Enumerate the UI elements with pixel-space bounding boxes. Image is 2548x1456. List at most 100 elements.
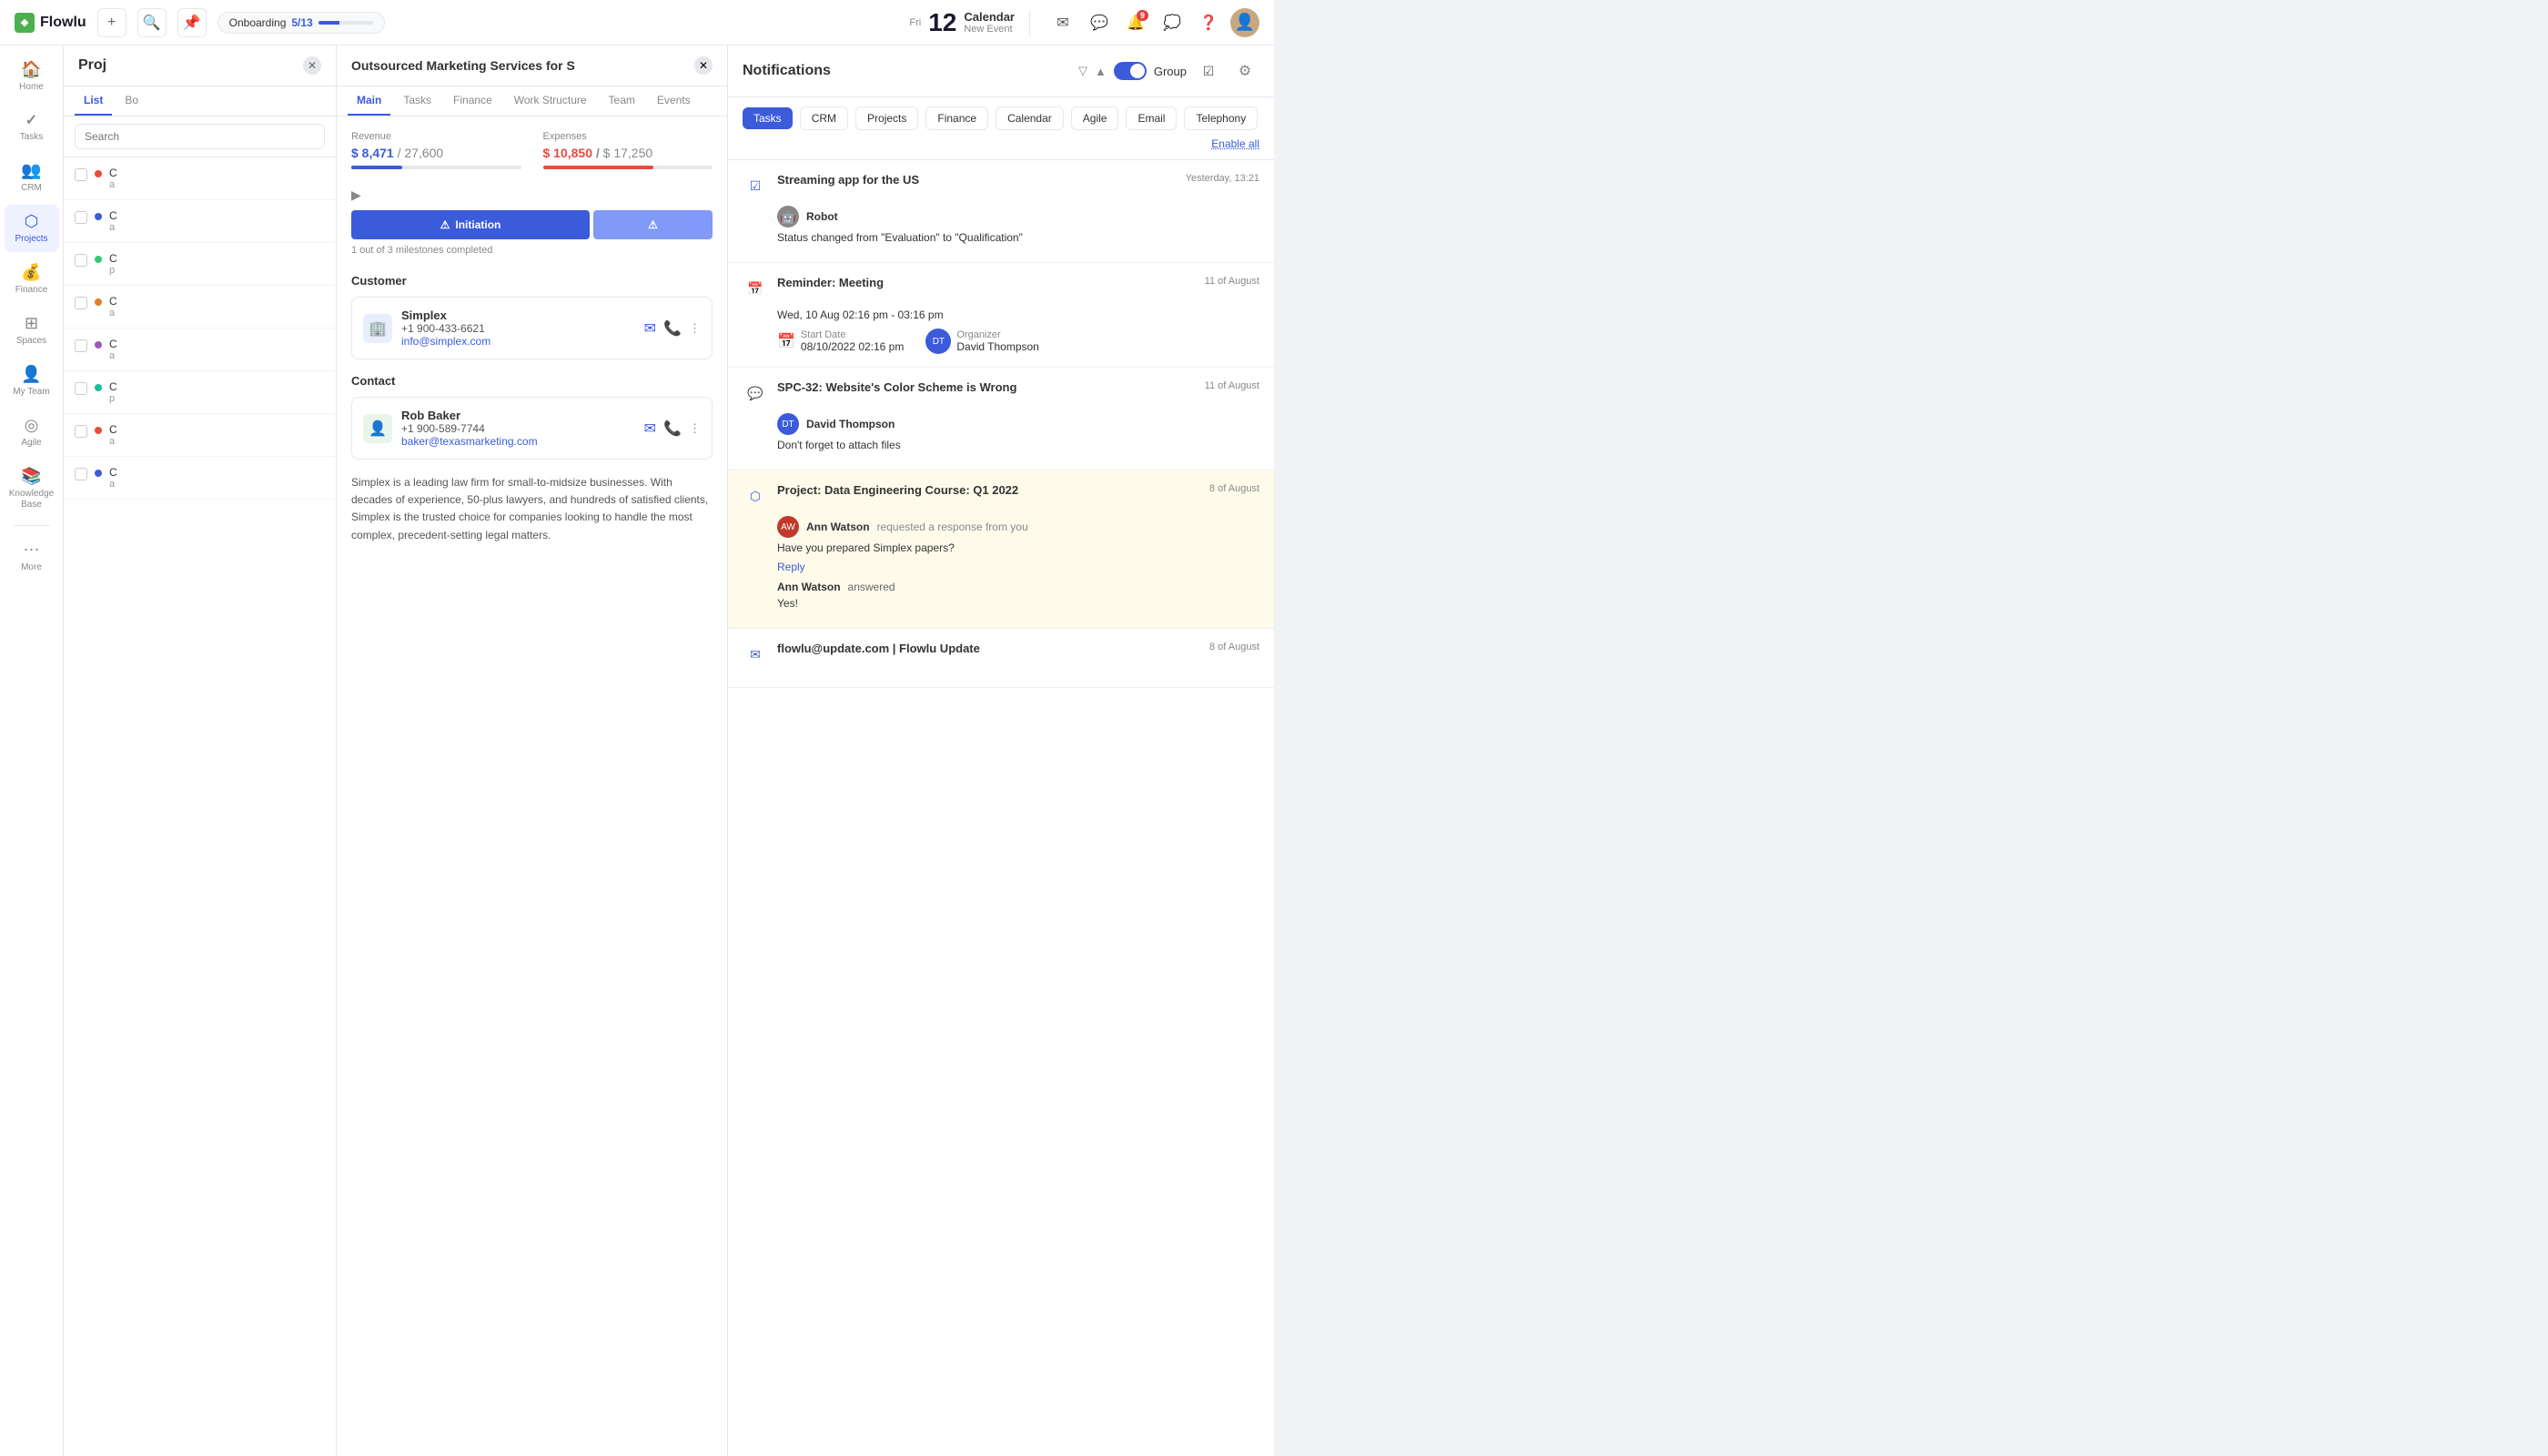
notifications-collapse-icon[interactable]: ▲ <box>1095 65 1107 78</box>
contact-section-title: Contact <box>351 374 713 388</box>
milestone-bar-initiation[interactable]: ⚠ Initiation <box>351 210 590 239</box>
reply-link[interactable]: Reply <box>777 561 805 573</box>
notifications-filter-icon[interactable]: ▽ <box>1078 64 1087 78</box>
add-button[interactable]: + <box>97 8 126 37</box>
project-panel-close[interactable]: ✕ <box>303 56 321 75</box>
sidebar-item-finance[interactable]: 💰 Finance <box>5 256 59 303</box>
notif-spc32-user-row: DT David Thompson <box>777 413 1259 435</box>
sidebar-item-crm[interactable]: 👥 CRM <box>5 154 59 201</box>
item-color <box>95 427 102 434</box>
sidebar-item-agile[interactable]: ◎ Agile <box>5 409 59 456</box>
contact-email[interactable]: baker@texasmarketing.com <box>401 435 635 448</box>
sidebar-item-spaces[interactable]: ⊞ Spaces <box>5 307 59 354</box>
sidebar-item-tasks[interactable]: ✓ Tasks <box>5 104 59 150</box>
list-item[interactable]: Ca <box>64 329 336 371</box>
notif-data-eng-time: 8 of August <box>1209 483 1259 494</box>
notif-streaming-user: Robot <box>806 210 838 223</box>
list-item[interactable]: Ca <box>64 414 336 457</box>
notifications-group-toggle: Group <box>1114 62 1187 80</box>
filter-projects-btn[interactable]: Projects <box>855 106 918 130</box>
sidebar-item-home[interactable]: 🏠 Home <box>5 53 59 100</box>
list-item[interactable]: Ca <box>64 200 336 243</box>
sidebar-item-myteam[interactable]: 👤 My Team <box>5 358 59 405</box>
item-checkbox[interactable] <box>75 382 87 395</box>
list-item[interactable]: Ca <box>64 286 336 329</box>
project-tab-list[interactable]: List <box>75 86 112 116</box>
notif-meeting-time-range: Wed, 10 Aug 02:16 pm - 03:16 pm <box>777 308 1259 321</box>
agile-icon: ◎ <box>25 416 39 435</box>
detail-tab-finance[interactable]: Finance <box>444 86 501 116</box>
item-checkbox[interactable] <box>75 297 87 309</box>
notifications-check-btn[interactable]: ☑ <box>1194 56 1223 86</box>
tasks-icon: ✓ <box>25 111 37 129</box>
help-button[interactable]: ❓ <box>1194 8 1223 37</box>
detail-tab-main[interactable]: Main <box>348 86 390 116</box>
notif-spc32-message: Don't forget to attach files <box>777 439 1259 451</box>
detail-close-button[interactable]: ✕ <box>694 56 713 75</box>
project-search-input[interactable] <box>75 124 325 149</box>
item-checkbox[interactable] <box>75 468 87 480</box>
messages-button[interactable]: 💭 <box>1158 8 1187 37</box>
notifications-title: Notifications <box>743 63 1071 79</box>
filter-calendar-btn[interactable]: Calendar <box>996 106 1064 130</box>
list-item[interactable]: Ca <box>64 157 336 200</box>
project-panel: Proj ✕ List Bo Ca Ca <box>64 46 337 1456</box>
filter-telephony-btn[interactable]: Telephony <box>1184 106 1258 130</box>
customer-email[interactable]: info@simplex.com <box>401 335 635 348</box>
item-color <box>95 256 102 263</box>
item-checkbox[interactable] <box>75 425 87 438</box>
notif-meeting-header: 📅 Reminder: Meeting 11 of August <box>743 276 1259 301</box>
spaces-icon: ⊞ <box>25 314 38 333</box>
chat-button[interactable]: 💬 <box>1085 8 1114 37</box>
item-checkbox[interactable] <box>75 211 87 224</box>
filter-tasks-btn[interactable]: Tasks <box>743 107 793 129</box>
contact-phone: +1 900-589-7744 <box>401 422 635 435</box>
notif-spc32-time: 11 of August <box>1205 380 1259 391</box>
detail-tab-events[interactable]: Events <box>648 86 700 116</box>
onboarding-pill[interactable]: Onboarding 5/13 <box>217 12 385 34</box>
item-content: Ca <box>109 423 117 447</box>
item-checkbox[interactable] <box>75 168 87 181</box>
filter-finance-btn[interactable]: Finance <box>925 106 988 130</box>
filter-email-btn[interactable]: Email <box>1126 106 1177 130</box>
list-item[interactable]: Cp <box>64 243 336 286</box>
notification-item-streaming: ☑ Streaming app for the US Yesterday, 13… <box>728 160 1274 263</box>
item-checkbox[interactable] <box>75 339 87 352</box>
list-item[interactable]: Cp <box>64 371 336 414</box>
item-content: Cp <box>109 380 117 404</box>
search-button[interactable]: 🔍 <box>137 8 167 37</box>
contact-more-btn[interactable]: ⋮ <box>689 421 701 436</box>
project-tab-board[interactable]: Bo <box>116 86 147 116</box>
notifications-button[interactable]: 🔔 9 <box>1121 8 1150 37</box>
pin-button[interactable]: 📌 <box>177 8 207 37</box>
customer-more-btn[interactable]: ⋮ <box>689 321 701 336</box>
filter-agile-btn[interactable]: Agile <box>1071 106 1119 130</box>
milestone-toggle[interactable]: ▶ <box>351 187 361 203</box>
contact-phone-btn[interactable]: 📞 <box>663 420 682 438</box>
contact-email-btn[interactable]: ✉ <box>644 420 656 438</box>
detail-tab-tasks[interactable]: Tasks <box>394 86 440 116</box>
enable-all-link[interactable]: Enable all <box>1211 137 1259 150</box>
customer-email-btn[interactable]: ✉ <box>644 319 656 338</box>
milestone-bar-next[interactable]: ⚠ <box>593 210 713 239</box>
item-checkbox[interactable] <box>75 254 87 267</box>
filter-crm-btn[interactable]: CRM <box>800 106 848 130</box>
notifications-settings-btn[interactable]: ⚙ <box>1230 56 1259 86</box>
project-list: Ca Ca Cp Ca <box>64 157 336 1456</box>
sidebar-item-knowledge[interactable]: 📚 Knowledge Base <box>5 460 59 518</box>
user-avatar[interactable]: 👤 <box>1230 8 1259 37</box>
notif-spc32-avatar: DT <box>777 413 799 435</box>
item-color <box>95 470 102 477</box>
sidebar-item-projects[interactable]: ⬡ Projects <box>5 205 59 252</box>
notif-spc32-body: DT David Thompson Don't forget to attach… <box>743 413 1259 451</box>
sidebar-item-more[interactable]: ⋯ More <box>5 533 59 581</box>
detail-tab-team[interactable]: Team <box>600 86 644 116</box>
mail-button[interactable]: ✉ <box>1048 8 1077 37</box>
customer-actions: ✉ 📞 ⋮ <box>644 319 701 338</box>
customer-phone-btn[interactable]: 📞 <box>663 319 682 338</box>
customer-section-title: Customer <box>351 274 713 288</box>
group-toggle-switch[interactable] <box>1114 62 1147 80</box>
sidebar-item-more-label: More <box>21 562 42 573</box>
detail-tab-work-structure[interactable]: Work Structure <box>505 86 596 116</box>
list-item[interactable]: Ca <box>64 457 336 500</box>
